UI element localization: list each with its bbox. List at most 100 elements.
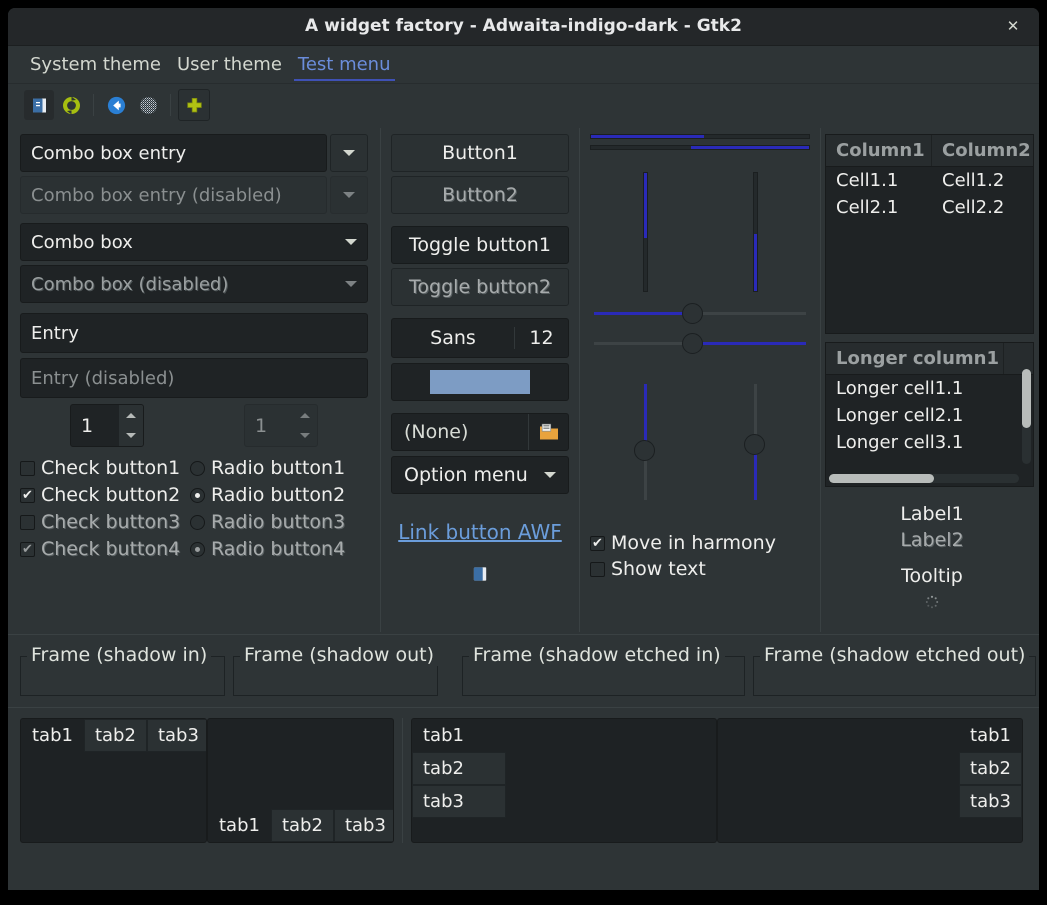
toolbar-add-button[interactable] (178, 89, 210, 121)
scale-vertical-right[interactable] (743, 382, 767, 502)
pane-treeviews: Column1 Column2 Cell1.1 Cell1.2 Cell2.1 … (821, 126, 1039, 634)
chevron-down-icon (343, 150, 355, 156)
tab-2[interactable]: tab2 (270, 809, 334, 842)
column-header-longer[interactable]: Longer column1 (826, 343, 1004, 374)
combo-box-entry-toggle[interactable] (330, 134, 368, 172)
menu-item-user-theme[interactable]: User theme (169, 46, 290, 83)
tree-view-bottom[interactable]: Longer column1 Longer cell1.1 Longer cel… (825, 342, 1034, 487)
checkbox-checked-icon[interactable]: ✔ (590, 535, 605, 551)
scrollbar-vertical[interactable] (1022, 369, 1031, 464)
chevron-down-icon[interactable] (126, 433, 136, 439)
chevron-down-icon (345, 281, 357, 287)
notebook-tabs-top-strip: tab1 tab2 tab3 (21, 719, 206, 752)
scale-horizontal-bottom[interactable] (590, 328, 810, 358)
toggle-button-1[interactable]: Toggle button1 (391, 226, 569, 264)
spin-button-steppers[interactable] (119, 405, 143, 446)
vertical-scales (590, 382, 810, 502)
check-button-1-label: Check button1 (41, 457, 181, 479)
table-row[interactable]: Longer cell2.1 (826, 402, 1033, 429)
close-icon[interactable]: ✕ (995, 8, 1031, 45)
checkbox-icon[interactable] (20, 460, 35, 476)
combo-box-entry-input[interactable]: Combo box entry (20, 134, 327, 172)
radio-icon[interactable] (190, 460, 205, 476)
tab-1[interactable]: tab1 (208, 809, 271, 842)
table-row[interactable]: Longer cell1.1 (826, 375, 1033, 402)
entry-input[interactable]: Entry (20, 313, 368, 353)
globe-icon (139, 96, 158, 115)
tab-3[interactable]: tab3 (146, 719, 206, 752)
scrollbar-thumb[interactable] (829, 474, 934, 483)
menu-item-test-menu[interactable]: Test menu (290, 46, 399, 83)
combo-box-entry: Combo box entry (20, 134, 368, 172)
tooltip-label[interactable]: Tooltip (825, 565, 1039, 587)
combo-box-label: Combo box (31, 231, 133, 253)
scale-thumb[interactable] (681, 303, 703, 324)
frames-group-left: Frame (shadow in) Frame (shadow out) (8, 635, 450, 707)
checkbox-icon[interactable] (590, 561, 605, 577)
scale-thumb[interactable] (744, 434, 765, 456)
toolbar-refresh-button[interactable] (56, 90, 86, 120)
scale-horizontal-top[interactable] (590, 298, 810, 328)
menu-item-system-theme[interactable]: System theme (22, 46, 169, 83)
move-in-harmony-label: Move in harmony (611, 532, 776, 554)
radio-selected-icon[interactable] (190, 487, 205, 503)
check-button-show-text[interactable]: Show text (590, 558, 810, 580)
column-header-2[interactable]: Column2 (932, 135, 1033, 166)
cell: Cell1.2 (942, 170, 1005, 191)
tab-1[interactable]: tab1 (21, 719, 84, 752)
scale-vertical-left[interactable] (633, 382, 657, 502)
tree-view-top[interactable]: Column1 Column2 Cell1.1 Cell1.2 Cell2.1 … (825, 134, 1034, 334)
image-widget (391, 566, 569, 582)
radio-button-1[interactable]: Radio button1 (190, 457, 368, 479)
tab-2[interactable]: tab2 (412, 752, 506, 785)
tab-3[interactable]: tab3 (333, 809, 393, 842)
frame-shadow-out-label: Frame (shadow out) (240, 644, 439, 666)
radio-button-2[interactable]: Radio button2 (190, 484, 368, 506)
toolbar-new-button[interactable] (24, 90, 54, 120)
column-header-1[interactable]: Column1 (826, 135, 932, 166)
label-2: Label2 (900, 529, 964, 551)
document-icon (31, 97, 48, 114)
link-button[interactable]: Link button AWF (391, 520, 569, 544)
scale-thumb[interactable] (681, 333, 703, 354)
chevron-down-icon (544, 472, 556, 478)
check-button-4-label: Check button4 (41, 538, 181, 560)
color-button[interactable] (391, 363, 569, 401)
check-button-move-in-harmony[interactable]: ✔ Move in harmony (590, 532, 810, 554)
table-row[interactable]: Cell1.1 Cell1.2 (826, 167, 1033, 194)
tab-3[interactable]: tab3 (412, 785, 506, 818)
spin-button[interactable]: 1 (70, 404, 144, 447)
font-button[interactable]: Sans 12 (391, 318, 569, 358)
check-button-1[interactable]: Check button1 (20, 457, 190, 479)
option-menu-button[interactable]: Option menu (391, 456, 569, 494)
combo-box-disabled: Combo box (disabled) (20, 265, 368, 303)
checkbox-checked-icon[interactable]: ✔ (20, 487, 35, 503)
file-chooser-button[interactable]: (None) (391, 413, 569, 451)
spin-button-disabled: 1 (244, 404, 318, 447)
table-row[interactable]: Longer cell3.1 (826, 429, 1033, 456)
tab-3[interactable]: tab3 (959, 785, 1022, 818)
tab-1[interactable]: tab1 (928, 719, 1022, 752)
check-button-2[interactable]: ✔ Check button2 (20, 484, 190, 506)
toolbar-separator (93, 94, 94, 116)
tab-2[interactable]: tab2 (83, 719, 147, 752)
tab-2[interactable]: tab2 (959, 752, 1022, 785)
scrollbar-horizontal[interactable] (829, 474, 1019, 483)
scale-thumb[interactable] (634, 440, 655, 462)
spin-button-value[interactable]: 1 (71, 405, 119, 446)
check-button-4: ✔ Check button4 (20, 538, 190, 560)
notebook-tabs-top: tab1 tab2 tab3 (20, 718, 207, 843)
notebook-tabs-right-strip: tab1 tab2 tab3 (928, 719, 1022, 818)
toolbar-back-button[interactable] (101, 90, 131, 120)
toolbar (8, 84, 1039, 126)
frame-shadow-etched-in-label: Frame (shadow etched in) (469, 644, 725, 666)
scrollbar-thumb[interactable] (1022, 369, 1031, 428)
tab-1[interactable]: tab1 (412, 719, 506, 752)
menubar: System theme User theme Test menu (8, 46, 1039, 84)
button-1[interactable]: Button1 (391, 134, 569, 172)
combo-box[interactable]: Combo box (20, 223, 368, 261)
notebooks-divider[interactable] (402, 718, 403, 843)
chevron-up-icon[interactable] (126, 412, 136, 418)
toolbar-web-button[interactable] (133, 90, 163, 120)
table-row[interactable]: Cell2.1 Cell2.2 (826, 194, 1033, 221)
